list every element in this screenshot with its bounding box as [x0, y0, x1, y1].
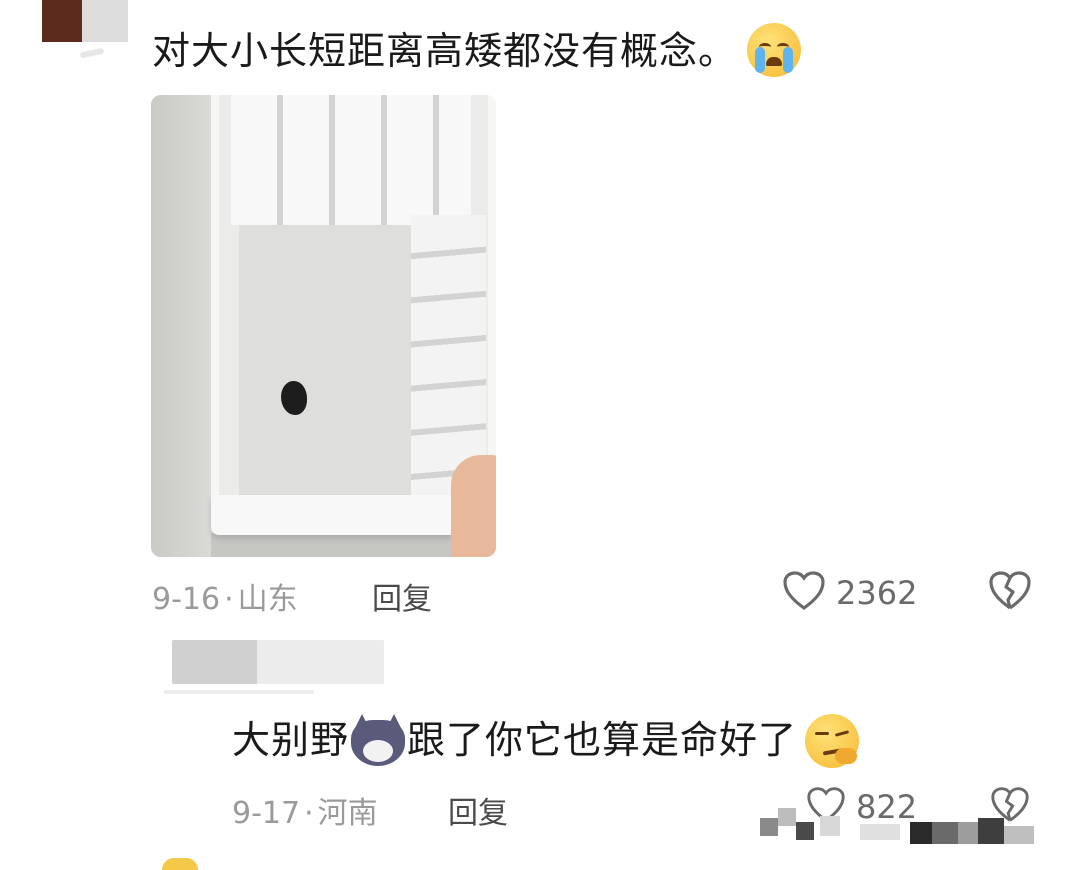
reply-body-part2: 跟了你它也算是命好了	[407, 718, 798, 762]
comment-location: 山东	[237, 582, 298, 617]
reply-meta: 9-17 · 河南	[232, 796, 378, 831]
watermark-mosaic	[760, 808, 1060, 848]
commenter-name-blurred	[79, 47, 105, 59]
like-button[interactable]	[782, 570, 826, 616]
reply-button[interactable]: 回复	[372, 574, 432, 618]
dislike-button[interactable]	[988, 570, 1032, 616]
replier-name-blurred	[172, 640, 384, 684]
commenter-avatar[interactable]	[42, 0, 128, 42]
like-count: 2362	[836, 574, 918, 612]
crying-face-icon	[747, 22, 802, 77]
comment-text: 对大小长短距离高矮都没有概念。	[152, 22, 802, 81]
heart-icon	[783, 571, 825, 610]
divider	[164, 690, 314, 694]
comment-body: 对大小长短距离高矮都没有概念。	[152, 29, 738, 73]
reply-body-part1: 大别野	[232, 718, 350, 762]
comment-date: 9-16	[152, 582, 221, 617]
reply-location: 河南	[317, 796, 378, 831]
comment-photo[interactable]	[151, 95, 496, 557]
comment-meta: 9-16 · 山东	[152, 582, 298, 617]
husky-face-icon	[351, 713, 406, 766]
reply-text: 大别野 跟了你它也算是命好了	[232, 713, 860, 770]
next-comment-avatar-icon	[162, 858, 198, 870]
smirk-face-icon	[805, 713, 860, 768]
reply-reply-button[interactable]: 回复	[448, 788, 508, 832]
broken-heart-icon	[989, 571, 1031, 610]
reply-date: 9-17	[232, 796, 301, 831]
